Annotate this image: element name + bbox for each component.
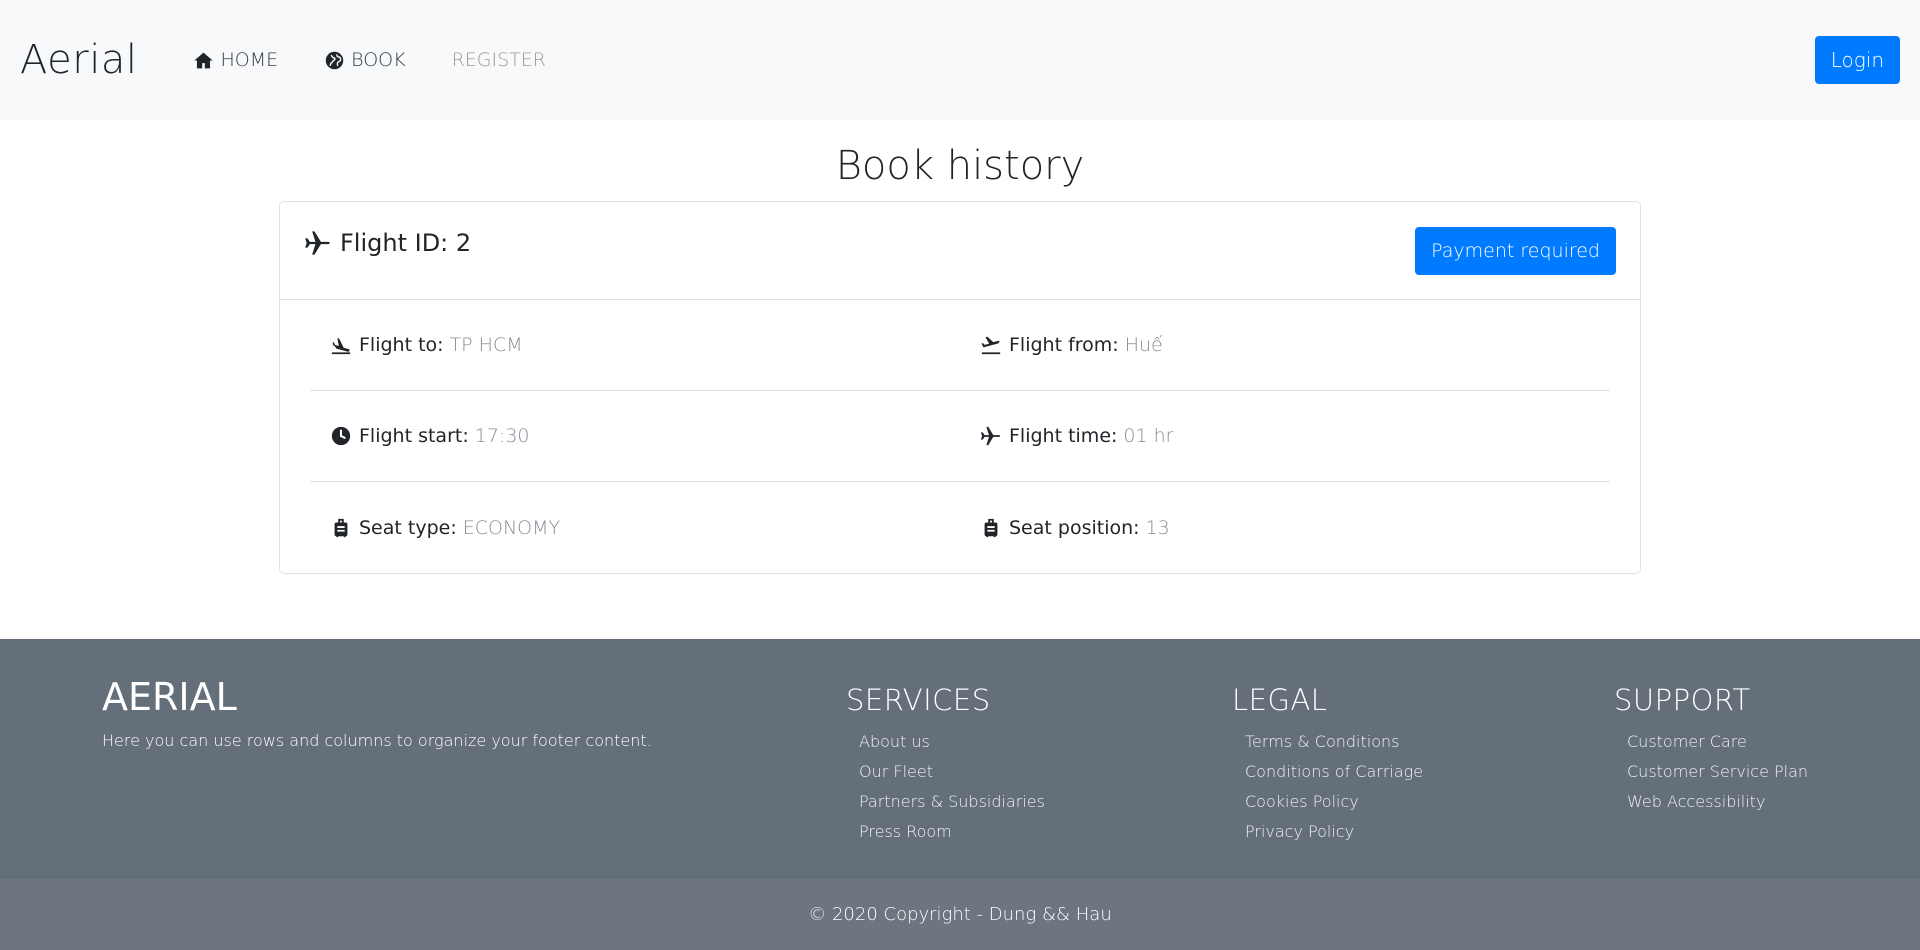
footer-link[interactable]: Partners & Subsidiaries: [859, 787, 1045, 817]
login-button[interactable]: Login: [1814, 36, 1900, 84]
booking-card: Flight ID: 2 Payment required Flight to:…: [279, 201, 1641, 574]
footer-link[interactable]: Web Accessibility: [1627, 787, 1808, 817]
top-navbar: Aerial HOME BOOK REGISTER Login: [0, 0, 1920, 120]
seat-type-label: Seat type:: [359, 516, 457, 539]
footer-description: Here you can use rows and columns to org…: [102, 731, 652, 750]
info-row: Seat type: ECONOMY Seat position: 13: [310, 482, 1610, 573]
flight-start-value: 17:30: [474, 425, 530, 447]
seat-position-value: 13: [1145, 516, 1170, 539]
globe-icon: [325, 51, 344, 69]
seat-position-label: Seat position:: [1009, 516, 1140, 539]
flight-to-value: TP HCM: [449, 334, 523, 356]
site-footer: AERIAL Here you can use rows and columns…: [0, 639, 1920, 879]
flight-time-field: Flight time: 01 hr: [960, 425, 1610, 447]
copyright-bar: © 2020 Copyright - Dung && Hau: [0, 879, 1920, 950]
seat-type-field: Seat type: ECONOMY: [310, 517, 960, 539]
plane-icon: [980, 426, 1001, 446]
footer-legal-title: LEGAL: [1232, 683, 1328, 717]
footer-link[interactable]: Press Room: [859, 817, 1045, 847]
flight-start-label: Flight start:: [359, 425, 469, 447]
footer-legal-column: LEGAL Terms & Conditions Conditions of C…: [1232, 683, 1423, 847]
flight-from-value: Huế: [1124, 334, 1163, 356]
plane-departure-icon: [981, 336, 1001, 355]
flight-to-label: Flight to:: [359, 334, 444, 356]
seat-type-value: ECONOMY: [462, 516, 561, 539]
nav-book-label: BOOK: [351, 49, 406, 71]
nav-home-link[interactable]: HOME: [193, 49, 278, 71]
footer-brand: AERIAL: [102, 675, 237, 719]
footer-services-title: SERVICES: [846, 683, 991, 717]
footer-support-column: SUPPORT Customer Care Customer Service P…: [1614, 683, 1808, 817]
home-icon: [194, 52, 214, 68]
footer-link[interactable]: Terms & Conditions: [1245, 727, 1423, 757]
flight-time-label: Flight time:: [1009, 425, 1118, 447]
seat-position-field: Seat position: 13: [960, 517, 1610, 539]
suitcase-icon: [984, 518, 998, 537]
nav-register-link[interactable]: REGISTER: [452, 49, 546, 71]
flight-from-label: Flight from:: [1009, 334, 1119, 356]
footer-link[interactable]: Conditions of Carriage: [1245, 757, 1423, 787]
nav-home-label: HOME: [220, 49, 279, 71]
flight-id-heading: Flight ID: 2: [304, 229, 471, 257]
plane-icon: [305, 231, 330, 255]
nav-register-label: REGISTER: [451, 49, 546, 71]
booking-details: Flight to: TP HCM Flight from: Huế Fligh…: [280, 300, 1640, 573]
footer-link[interactable]: Privacy Policy: [1245, 817, 1423, 847]
info-row: Flight to: TP HCM Flight from: Huế: [310, 300, 1610, 391]
footer-link[interactable]: Customer Care: [1627, 727, 1808, 757]
brand-logo[interactable]: Aerial: [20, 37, 137, 83]
page-title: Book history: [835, 143, 1085, 189]
booking-card-header: Flight ID: 2 Payment required: [280, 202, 1640, 300]
plane-landing-icon: [331, 338, 351, 355]
clock-icon: [331, 426, 351, 446]
nav-book-link[interactable]: BOOK: [324, 49, 406, 71]
footer-support-title: SUPPORT: [1614, 683, 1751, 717]
flight-to-field: Flight to: TP HCM: [310, 334, 960, 356]
payment-required-button[interactable]: Payment required: [1415, 227, 1616, 275]
footer-link[interactable]: Cookies Policy: [1245, 787, 1423, 817]
footer-services-column: SERVICES About us Our Fleet Partners & S…: [846, 683, 1045, 847]
suitcase-icon: [334, 518, 348, 537]
footer-link[interactable]: Customer Service Plan: [1627, 757, 1808, 787]
footer-link[interactable]: About us: [859, 727, 1045, 757]
flight-time-value: 01 hr: [1123, 425, 1174, 447]
footer-link[interactable]: Our Fleet: [859, 757, 1045, 787]
flight-from-field: Flight from: Huế: [960, 334, 1610, 356]
flight-start-field: Flight start: 17:30: [310, 425, 960, 447]
nav-links: HOME BOOK REGISTER: [193, 49, 546, 71]
flight-id-text: Flight ID: 2: [340, 229, 472, 257]
info-row: Flight start: 17:30 Flight time: 01 hr: [310, 391, 1610, 482]
